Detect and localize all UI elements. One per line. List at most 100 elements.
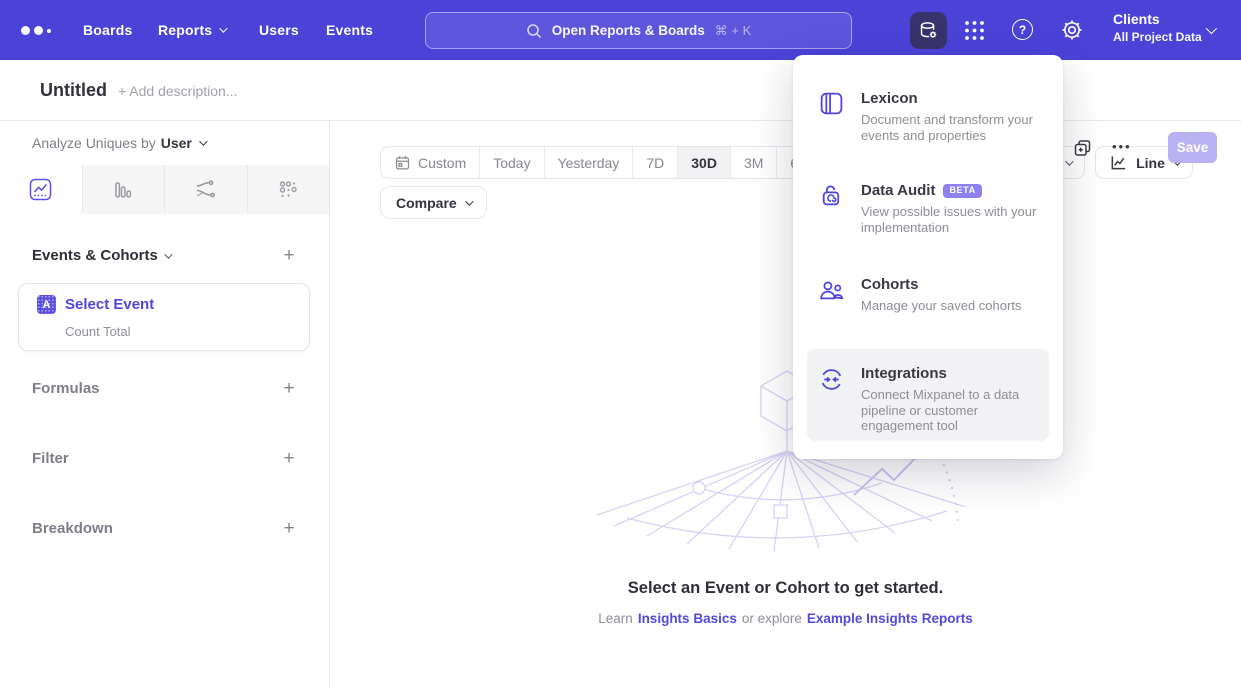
save-button[interactable]: Save: [1168, 132, 1217, 163]
chevron-down-icon: [465, 197, 473, 205]
formulas-section-label: Formulas: [32, 380, 100, 397]
report-title[interactable]: Untitled: [40, 80, 107, 101]
chart-type-tabs: [0, 165, 329, 214]
example-insights-reports-link[interactable]: Example Insights Reports: [807, 611, 973, 626]
lexicon-title: Lexicon: [861, 90, 918, 107]
range-7d[interactable]: 7D: [633, 147, 678, 178]
analyze-label: Analyze Uniques by: [32, 135, 156, 151]
add-breakdown-button[interactable]: +: [278, 518, 300, 540]
chevron-down-icon: [164, 250, 172, 258]
add-formula-button[interactable]: +: [278, 378, 300, 400]
mixpanel-logo[interactable]: [21, 26, 51, 35]
add-description-field[interactable]: + Add description...: [118, 83, 237, 99]
range-today-label: Today: [493, 155, 530, 171]
range-3m[interactable]: 3M: [731, 147, 777, 178]
add-event-button[interactable]: +: [278, 245, 300, 267]
nav-boards-label: Boards: [83, 22, 132, 38]
menu-item-integrations[interactable]: Integrations Connect Mixpanel to a data …: [807, 349, 1049, 441]
query-sidebar: Analyze Uniques by User: [0, 121, 330, 688]
range-yesterday-label: Yesterday: [558, 155, 620, 171]
filter-section-label: Filter: [32, 450, 69, 467]
line-chart-icon: [1109, 153, 1128, 172]
compare-dropdown[interactable]: Compare: [380, 186, 487, 219]
nav-boards[interactable]: Boards: [83, 0, 132, 60]
compare-label: Compare: [396, 195, 457, 211]
lexicon-book-icon: [817, 89, 845, 117]
duplicate-button[interactable]: [1072, 138, 1093, 159]
chart-type-label: Line: [1136, 155, 1165, 171]
mixpanel-app: Boards Reports Users Events Open Reports…: [0, 0, 1241, 688]
database-gear-icon: [918, 20, 939, 41]
add-filter-button[interactable]: +: [278, 448, 300, 470]
tab-retention-grid[interactable]: [248, 165, 330, 214]
data-management-button[interactable]: [910, 12, 947, 49]
help-icon: ?: [1012, 19, 1033, 40]
nav-reports[interactable]: Reports: [158, 0, 225, 60]
analyze-value-dropdown[interactable]: User: [161, 135, 192, 151]
integrations-sync-icon: [817, 365, 845, 393]
cohorts-people-icon: [817, 275, 845, 303]
analyze-uniques-row: Analyze Uniques by User: [32, 135, 205, 151]
project-name: All Project Data: [1113, 30, 1202, 44]
lexicon-description: Document and transform your events and p…: [861, 112, 1047, 143]
beta-badge: BETA: [943, 184, 981, 198]
data-management-menu: Lexicon Document and transform your even…: [793, 55, 1063, 459]
search-placeholder: Open Reports & Boards: [552, 23, 705, 38]
tab-insights-line[interactable]: [0, 165, 83, 214]
integrations-description: Connect Mixpanel to a data pipeline or c…: [861, 387, 1047, 434]
range-custom-label: Custom: [418, 155, 466, 171]
apps-grid-button[interactable]: [962, 18, 987, 43]
or-explore-text: or explore: [742, 611, 802, 626]
events-cohorts-label: Events & Cohorts: [32, 247, 158, 264]
report-canvas: Custom Today Yesterday 7D 30D 3M 6M Comp…: [330, 121, 1241, 688]
gear-icon: [1059, 17, 1085, 43]
tab-bar-chart[interactable]: [83, 165, 166, 214]
range-custom[interactable]: Custom: [381, 147, 480, 178]
range-3m-label: 3M: [744, 155, 763, 171]
data-audit-description: View possible issues with your implement…: [861, 204, 1047, 235]
line-chart-tab-icon: [29, 178, 52, 201]
date-range-segmented-control: Custom Today Yesterday 7D 30D 3M 6M: [380, 146, 824, 179]
data-audit-icon: [817, 181, 845, 209]
range-today[interactable]: Today: [480, 147, 544, 178]
count-total-dropdown[interactable]: Count Total: [65, 324, 131, 339]
nav-reports-label: Reports: [158, 22, 212, 38]
top-nav: Boards Reports Users Events Open Reports…: [0, 0, 1241, 60]
search-icon: [526, 23, 542, 39]
select-event-button[interactable]: Select Event: [65, 296, 154, 313]
nav-users-label: Users: [259, 22, 299, 38]
range-yesterday[interactable]: Yesterday: [545, 147, 634, 178]
settings-button[interactable]: [1059, 17, 1085, 43]
empty-state-title: Select an Event or Cohort to get started…: [330, 579, 1241, 598]
menu-item-data-audit[interactable]: Data Audit BETA View possible issues wit…: [807, 177, 1049, 235]
nav-users[interactable]: Users: [259, 0, 299, 60]
insights-basics-link[interactable]: Insights Basics: [638, 611, 737, 626]
nav-events[interactable]: Events: [326, 0, 373, 60]
more-options-button[interactable]: •••: [1112, 139, 1132, 154]
menu-item-cohorts[interactable]: Cohorts Manage your saved cohorts: [807, 271, 1049, 314]
range-30d[interactable]: 30D: [678, 147, 731, 178]
learn-text: Learn: [598, 611, 633, 626]
help-button[interactable]: ?: [1012, 19, 1033, 40]
nav-events-label: Events: [326, 22, 373, 38]
chevron-down-icon: [199, 137, 207, 145]
range-30d-label: 30D: [691, 155, 717, 171]
project-selector[interactable]: Clients All Project Data: [1113, 11, 1202, 44]
cohorts-description: Manage your saved cohorts: [861, 298, 1047, 314]
tab-flow-chart[interactable]: [165, 165, 248, 214]
event-card[interactable]: A Select Event Count Total: [18, 283, 310, 351]
global-search-input[interactable]: Open Reports & Boards ⌘ + K: [425, 12, 852, 49]
menu-item-lexicon[interactable]: Lexicon Document and transform your even…: [807, 85, 1049, 143]
range-7d-label: 7D: [646, 155, 664, 171]
project-chevron-icon: [1206, 23, 1217, 34]
search-shortcut: ⌘ + K: [715, 23, 752, 39]
integrations-title: Integrations: [861, 365, 947, 382]
flow-tab-icon: [194, 178, 217, 201]
help-glyph: ?: [1019, 23, 1026, 37]
events-cohorts-header[interactable]: Events & Cohorts: [32, 247, 170, 264]
empty-state-subtitle: Learn Insights Basics or explore Example…: [330, 611, 1241, 626]
grid-icon: [962, 18, 987, 43]
breakdown-section-label: Breakdown: [32, 520, 113, 537]
cohorts-title: Cohorts: [861, 276, 919, 293]
bar-chart-tab-icon: [112, 179, 134, 201]
